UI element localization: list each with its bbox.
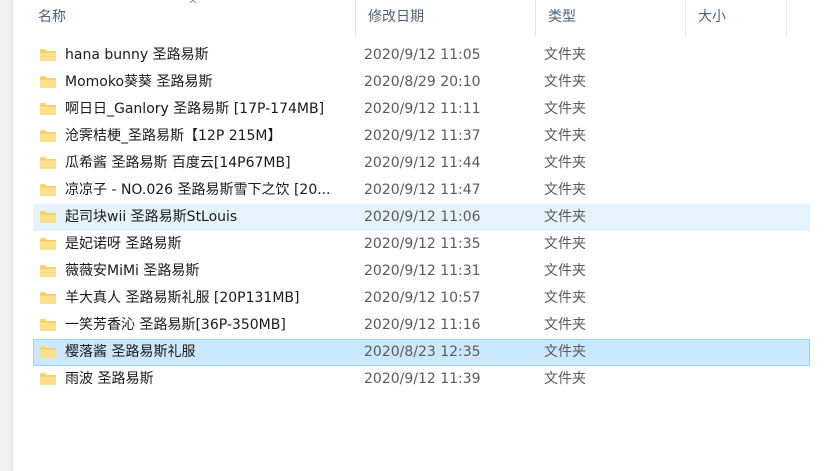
file-row[interactable]: 羊大真人 圣路易斯礼服 [20P131MB] 2020/9/12 10:57 文… [33,285,810,312]
file-date: 2020/9/12 11:37 [364,128,481,144]
folder-icon [40,184,56,196]
column-header-type-label: 类型 [548,9,576,25]
file-explorer: 名称 ^ 修改日期 类型 大小 hana bunny 圣路易斯 2020/9/1… [0,0,827,471]
file-name: 一笑芳香沁 圣路易斯[36P-350MB] [65,317,286,333]
folder-icon [40,319,56,331]
file-type: 文件夹 [544,155,586,171]
file-date: 2020/8/23 12:35 [364,344,481,360]
file-row[interactable]: 沧霁桔梗_圣路易斯【12P 215M】 2020/9/12 11:37 文件夹 [33,123,810,150]
file-type: 文件夹 [544,47,586,63]
folder-icon [40,265,56,277]
file-type: 文件夹 [544,263,586,279]
folder-icon [40,292,56,304]
file-date: 2020/9/12 11:11 [364,101,481,117]
file-row[interactable]: 凉凉子 - NO.026 圣路易斯雪下之饮 [20... 2020/9/12 1… [33,177,810,204]
file-name: 羊大真人 圣路易斯礼服 [20P131MB] [65,290,300,306]
file-type: 文件夹 [544,236,586,252]
file-name: 雨波 圣路易斯 [65,371,154,387]
file-date: 2020/9/12 11:35 [364,236,481,252]
column-header-name[interactable]: 名称 ^ [26,0,356,36]
file-list: hana bunny 圣路易斯 2020/9/12 11:05 文件夹 Momo… [33,42,810,393]
column-header-name-label: 名称 [38,9,66,25]
column-header-date[interactable]: 修改日期 [356,0,536,36]
folder-icon [40,238,56,250]
sort-ascending-icon: ^ [188,0,198,11]
column-header-bar: 名称 ^ 修改日期 类型 大小 [26,0,787,36]
file-date: 2020/9/12 11:06 [364,209,481,225]
column-header-size[interactable]: 大小 [686,0,787,36]
column-header-date-label: 修改日期 [368,9,424,25]
file-type: 文件夹 [544,290,586,306]
folder-icon [40,49,56,61]
navigation-pane-edge[interactable] [0,0,13,471]
file-row-hovered[interactable]: 起司块wii 圣路易斯StLouis 2020/9/12 11:06 文件夹 [33,204,810,231]
file-row[interactable]: hana bunny 圣路易斯 2020/9/12 11:05 文件夹 [33,42,810,69]
file-name: 起司块wii 圣路易斯StLouis [65,209,238,225]
folder-icon [40,373,56,385]
file-name: 瓜希酱 圣路易斯 百度云[14P67MB] [65,155,291,171]
file-name: 樱落酱 圣路易斯礼服 [65,344,196,360]
file-name: 啊日日_Ganlory 圣路易斯 [17P-174MB] [65,101,325,117]
file-date: 2020/9/12 11:31 [364,263,481,279]
file-type: 文件夹 [544,74,586,90]
file-name: 凉凉子 - NO.026 圣路易斯雪下之饮 [20... [65,182,331,198]
folder-icon [40,76,56,88]
column-header-size-label: 大小 [698,9,726,25]
file-name: 薇薇安MiMi 圣路易斯 [65,263,200,279]
file-type: 文件夹 [544,317,586,333]
file-row[interactable]: 啊日日_Ganlory 圣路易斯 [17P-174MB] 2020/9/12 1… [33,96,810,123]
file-row[interactable]: 薇薇安MiMi 圣路易斯 2020/9/12 11:31 文件夹 [33,258,810,285]
file-date: 2020/9/12 11:05 [364,47,481,63]
file-type: 文件夹 [544,182,586,198]
file-name: Momoko葵葵 圣路易斯 [65,74,213,90]
folder-icon [40,211,56,223]
file-row[interactable]: 雨波 圣路易斯 2020/9/12 11:39 文件夹 [33,366,810,393]
file-type: 文件夹 [544,371,586,387]
file-row[interactable]: 是妃诺呀 圣路易斯 2020/9/12 11:35 文件夹 [33,231,810,258]
file-type: 文件夹 [544,101,586,117]
folder-icon [40,130,56,142]
file-name: 沧霁桔梗_圣路易斯【12P 215M】 [65,128,282,144]
file-date: 2020/9/12 11:16 [364,317,481,333]
folder-icon [40,157,56,169]
file-type: 文件夹 [544,128,586,144]
file-row[interactable]: Momoko葵葵 圣路易斯 2020/8/29 20:10 文件夹 [33,69,810,96]
file-date: 2020/9/12 11:47 [364,182,481,198]
folder-icon [40,346,56,358]
file-date: 2020/9/12 11:44 [364,155,481,171]
file-row[interactable]: 一笑芳香沁 圣路易斯[36P-350MB] 2020/9/12 11:16 文件… [33,312,810,339]
folder-icon [40,103,56,115]
file-type: 文件夹 [544,209,586,225]
file-type: 文件夹 [544,344,586,360]
column-header-type[interactable]: 类型 [536,0,686,36]
file-row[interactable]: 瓜希酱 圣路易斯 百度云[14P67MB] 2020/9/12 11:44 文件… [33,150,810,177]
file-date: 2020/9/12 10:57 [364,290,481,306]
file-name: 是妃诺呀 圣路易斯 [65,236,182,252]
file-date: 2020/9/12 11:39 [364,371,481,387]
file-row-selected[interactable]: 樱落酱 圣路易斯礼服 2020/8/23 12:35 文件夹 [33,339,810,366]
file-date: 2020/8/29 20:10 [364,74,481,90]
file-name: hana bunny 圣路易斯 [65,47,209,63]
